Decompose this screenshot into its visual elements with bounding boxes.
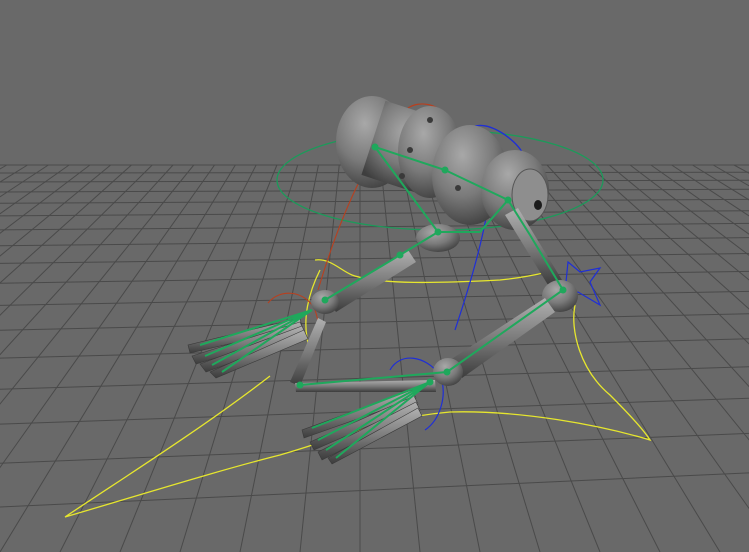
viewport-canvas[interactable]: [0, 0, 749, 552]
maya-3d-viewport[interactable]: [0, 0, 749, 552]
hip-joint-mesh[interactable]: [416, 224, 460, 252]
